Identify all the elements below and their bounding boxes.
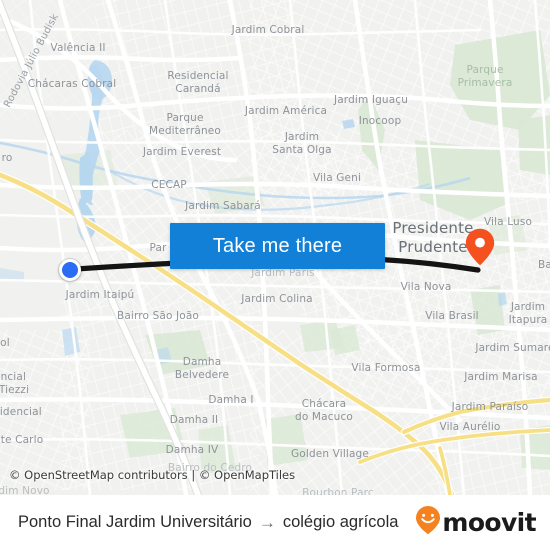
arrow-right-icon: → (258, 512, 276, 532)
moovit-map-screenshot: Rodovia Júlio Budisk Valência II Chácaras … (0, 0, 550, 550)
moovit-wordmark: moovit (442, 508, 536, 537)
map-attribution[interactable]: © OpenStreetMap contributors | © OpenMap… (9, 468, 295, 482)
moovit-pin-icon (415, 505, 441, 540)
moovit-logo[interactable]: moovit (415, 505, 550, 540)
origin-marker[interactable] (59, 259, 81, 281)
destination-marker[interactable] (465, 228, 495, 266)
take-me-there-button[interactable]: Take me there (170, 223, 385, 269)
map-canvas[interactable]: Rodovia Júlio Budisk Valência II Chácaras … (0, 0, 550, 495)
trip-origin: Ponto Final Jardim Universitário (18, 513, 252, 531)
trip-summary: Ponto Final Jardim Universitário → colég… (0, 513, 415, 533)
trip-destination: colégio agrícola (282, 513, 399, 531)
footer-bar: Ponto Final Jardim Universitário → colég… (0, 495, 550, 550)
